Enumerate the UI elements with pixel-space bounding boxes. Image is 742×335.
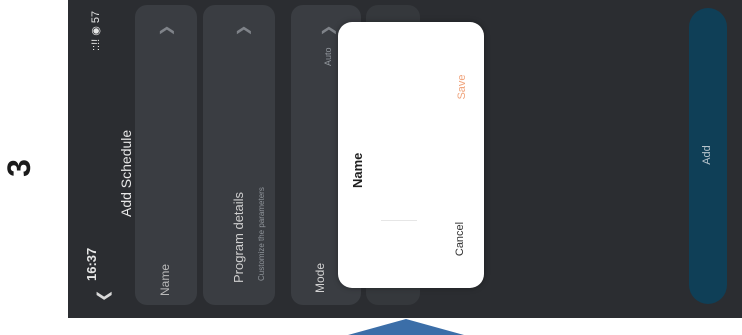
name-field-label: Name (158, 263, 172, 296)
program-details-subtitle: Customize the parameters (257, 187, 266, 281)
chevron-up-icon: ❯ (157, 24, 174, 37)
status-time: 16:37 (84, 247, 99, 281)
mode-label: Mode (313, 262, 327, 293)
save-button[interactable]: Save (456, 67, 470, 107)
cancel-button[interactable]: Cancel (454, 214, 468, 264)
arrow-up-icon (348, 319, 464, 335)
add-button-label: Add (701, 145, 713, 165)
chevron-up-icon: ❯ (319, 24, 336, 37)
chevron-up-icon: ❯ (234, 24, 251, 37)
page-title: Add Schedule (118, 129, 134, 217)
phone-screen: 16:37 ::!! ◉ 57 ❮ Add Schedule Name Prog… (68, 0, 742, 318)
dialog-title: Name (350, 152, 365, 188)
name-input[interactable] (381, 70, 417, 221)
back-icon[interactable]: ❮ (94, 288, 112, 302)
status-icons: ::!! ◉ 57 (90, 10, 102, 51)
step-number: 3 (1, 159, 37, 177)
program-details-label: Program details (231, 191, 246, 283)
